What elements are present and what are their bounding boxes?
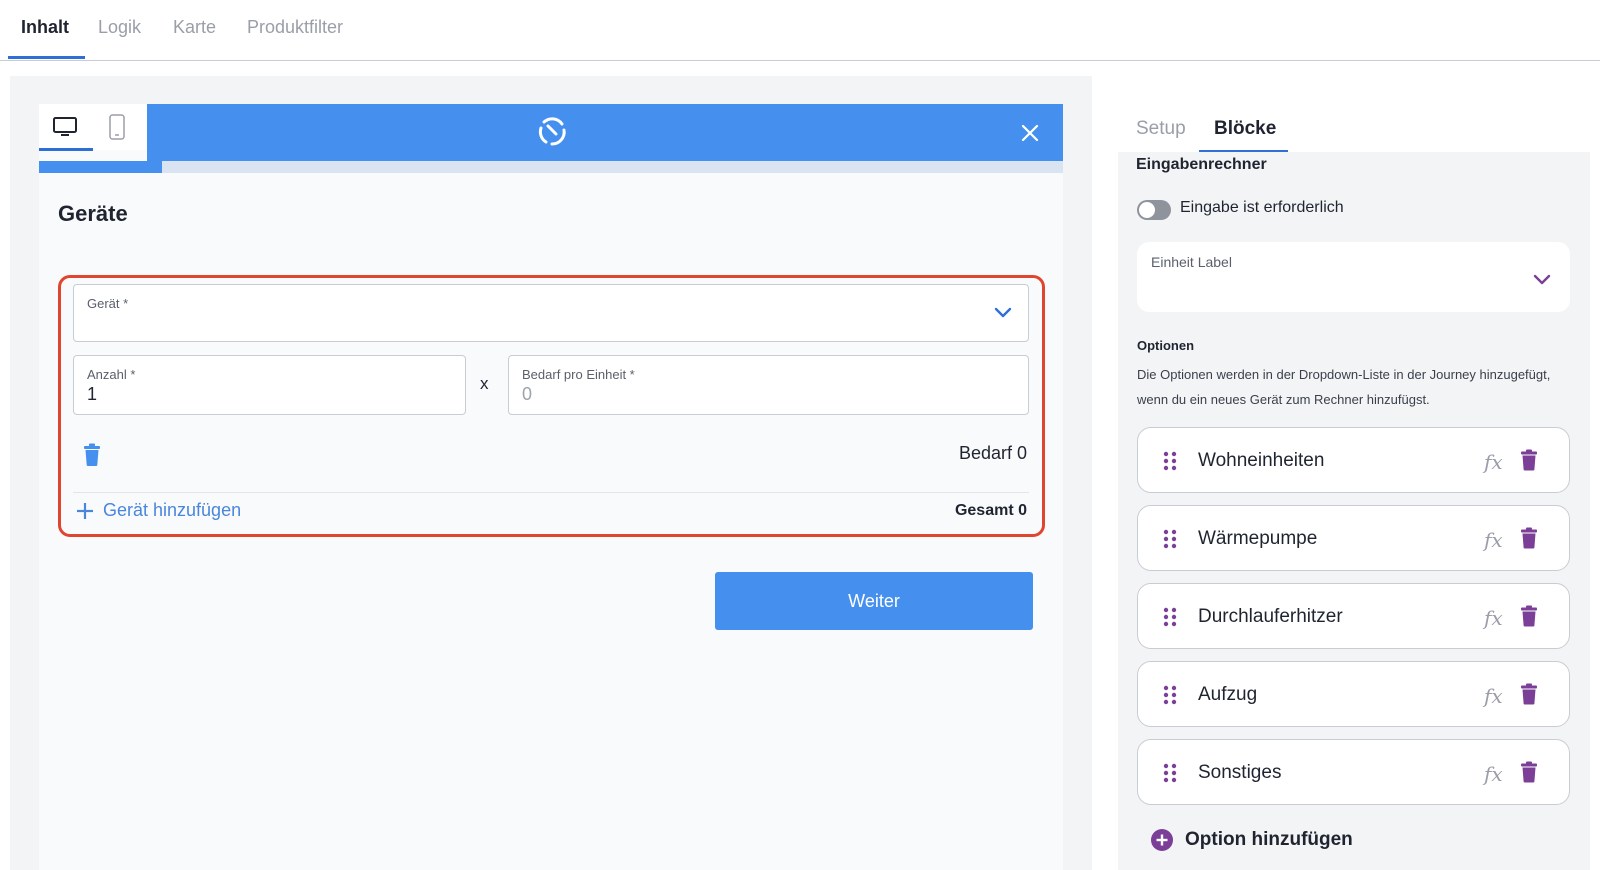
delete-device-trash-icon[interactable] <box>82 443 102 467</box>
delete-option-trash-icon[interactable] <box>1520 683 1538 705</box>
formula-button[interactable]: fx <box>1484 606 1503 630</box>
toggle-knob <box>1139 202 1155 218</box>
unit-label-select[interactable]: Einheit Label <box>1137 242 1570 312</box>
demand-per-unit-placeholder: 0 <box>522 384 533 404</box>
required-toggle-label: Eingabe ist erforderlich <box>1180 199 1344 216</box>
tab-logik[interactable]: Logik <box>98 17 141 38</box>
tab-inhalt[interactable]: Inhalt <box>21 17 69 38</box>
drag-handle-icon[interactable] <box>1163 607 1177 627</box>
chevron-down-icon <box>994 307 1012 318</box>
add-option-button[interactable]: Option hinzufügen <box>1150 828 1353 852</box>
tab-bloecke[interactable]: Blöcke <box>1214 118 1276 140</box>
add-option-label: Option hinzufügen <box>1185 829 1353 850</box>
tab-produktfilter[interactable]: Produktfilter <box>247 17 343 38</box>
close-icon <box>1021 124 1039 142</box>
drag-handle-icon[interactable] <box>1163 529 1177 549</box>
desktop-icon <box>53 117 77 136</box>
progress-bar <box>39 161 1063 173</box>
option-label: Wohneinheiten <box>1198 450 1325 471</box>
tab-setup[interactable]: Setup <box>1136 118 1186 140</box>
total-result: Gesamt 0 <box>954 502 1027 519</box>
plus-icon <box>77 502 93 519</box>
top-tab-bar: Inhalt Logik Karte Produktfilter <box>0 0 1600 61</box>
add-device-button[interactable]: Gerät hinzufügen <box>76 500 241 521</box>
options-description: Die Optionen werden in der Dropdown-List… <box>1137 367 1551 407</box>
next-button[interactable]: Weiter <box>715 572 1033 630</box>
delete-option-trash-icon[interactable] <box>1520 449 1538 471</box>
device-select[interactable]: Gerät * <box>73 284 1029 342</box>
option-item: Durchlauferhitzer fx <box>1137 583 1570 649</box>
desktop-view-button[interactable] <box>45 112 85 142</box>
active-tab-indicator <box>8 56 85 59</box>
delete-option-trash-icon[interactable] <box>1520 527 1538 549</box>
close-button[interactable] <box>1015 118 1045 148</box>
add-device-label: Gerät hinzufügen <box>103 500 242 520</box>
device-active-indicator <box>39 148 93 151</box>
option-label: Durchlauferhitzer <box>1198 606 1343 627</box>
unit-label-field-label: Einheit Label <box>1151 254 1232 270</box>
logo-icon <box>538 117 566 146</box>
delete-option-trash-icon[interactable] <box>1520 761 1538 783</box>
multiply-sign: x <box>480 374 489 393</box>
mobile-view-button[interactable] <box>97 112 137 142</box>
demand-result: Bedarf 0 <box>958 443 1027 463</box>
option-label: Wärmepumpe <box>1198 528 1318 549</box>
drag-handle-icon[interactable] <box>1163 763 1177 783</box>
journey-header <box>147 104 1063 161</box>
option-label: Aufzug <box>1198 684 1258 705</box>
formula-button[interactable]: fx <box>1484 762 1503 786</box>
progress-fill <box>39 161 162 173</box>
device-select-label: Gerät * <box>87 296 129 311</box>
delete-option-trash-icon[interactable] <box>1520 605 1538 627</box>
required-toggle[interactable] <box>1137 200 1171 220</box>
formula-button[interactable]: fx <box>1484 684 1503 708</box>
demand-per-unit-input[interactable]: Bedarf pro Einheit * 0 <box>508 355 1029 415</box>
option-item: Sonstiges fx <box>1137 739 1570 805</box>
drag-handle-icon[interactable] <box>1163 451 1177 471</box>
mobile-icon <box>109 114 125 140</box>
formula-button[interactable]: fx <box>1484 528 1503 552</box>
options-title: Optionen <box>1137 338 1195 353</box>
drag-handle-icon[interactable] <box>1163 685 1177 705</box>
quantity-label: Anzahl * <box>87 367 136 382</box>
demand-per-unit-label: Bedarf pro Einheit * <box>522 367 635 382</box>
section-title: Eingabenrechner <box>1136 156 1267 173</box>
device-switcher <box>39 104 147 150</box>
option-item: Aufzug fx <box>1137 661 1570 727</box>
option-item: Wärmepumpe fx <box>1137 505 1570 571</box>
tab-karte[interactable]: Karte <box>173 17 216 38</box>
chevron-down-icon <box>1533 274 1551 285</box>
quantity-value: 1 <box>87 384 98 404</box>
block-divider <box>73 492 1029 493</box>
step-title: Geräte <box>58 201 128 226</box>
option-label: Sonstiges <box>1198 762 1282 783</box>
plus-circle-icon <box>1151 829 1173 851</box>
formula-button[interactable]: fx <box>1484 450 1503 474</box>
quantity-input[interactable]: Anzahl * 1 <box>73 355 466 415</box>
option-item: Wohneinheiten fx <box>1137 427 1570 493</box>
